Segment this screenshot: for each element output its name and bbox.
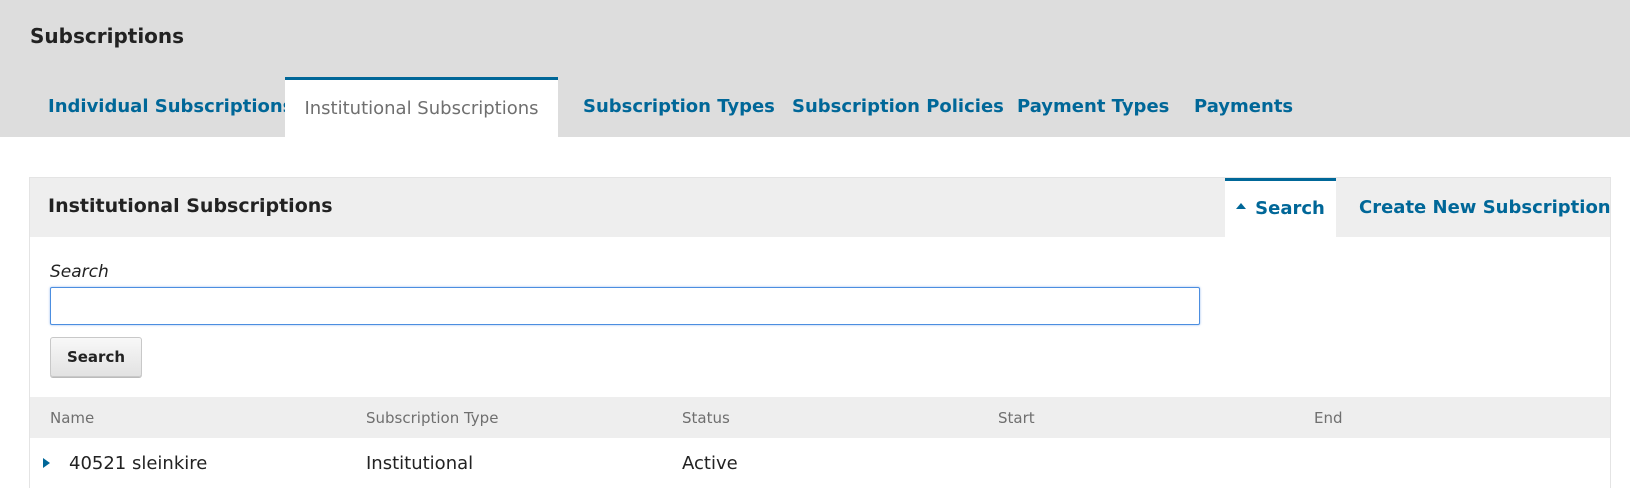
column-header-name: Name	[50, 409, 95, 427]
panel-title: Institutional Subscriptions	[48, 195, 333, 217]
page-title: Subscriptions	[30, 24, 185, 48]
row-subscription-type: Institutional	[366, 453, 474, 474]
column-header-start: Start	[998, 409, 1035, 427]
tab-subscription-policies[interactable]: Subscription Policies	[792, 77, 1004, 137]
row-status: Active	[682, 453, 738, 474]
row-name: 40521 sleinkire	[69, 453, 208, 474]
table-header: Name Subscription Type Status Start End	[30, 397, 1610, 438]
search-toggle-button[interactable]: Search	[1225, 178, 1336, 237]
tab-institutional-subscriptions[interactable]: Institutional Subscriptions	[285, 77, 558, 137]
column-header-subscription-type: Subscription Type	[366, 409, 499, 427]
table-row[interactable]: 40521 sleinkire Institutional Active	[30, 438, 1610, 488]
search-toggle-label: Search	[1255, 198, 1325, 219]
tab-subscription-types[interactable]: Subscription Types	[583, 77, 775, 137]
column-header-status: Status	[682, 409, 730, 427]
panel-header: Institutional Subscriptions Search Creat…	[30, 178, 1611, 237]
caret-up-icon	[1236, 203, 1247, 209]
page-header: Subscriptions Individual Subscriptions I…	[0, 0, 1630, 137]
subscriptions-panel: Institutional Subscriptions Search Creat…	[29, 177, 1611, 488]
caret-right-icon[interactable]	[43, 458, 50, 468]
tab-payments[interactable]: Payments	[1194, 77, 1293, 137]
tab-payment-types[interactable]: Payment Types	[1017, 77, 1169, 137]
tab-individual-subscriptions[interactable]: Individual Subscriptions	[48, 77, 293, 137]
column-header-end: End	[1314, 409, 1343, 427]
search-button[interactable]: Search	[50, 337, 142, 377]
search-input[interactable]	[50, 287, 1200, 325]
create-new-subscription-button[interactable]: Create New Subscription	[1359, 178, 1611, 237]
search-field-label: Search	[50, 262, 109, 282]
